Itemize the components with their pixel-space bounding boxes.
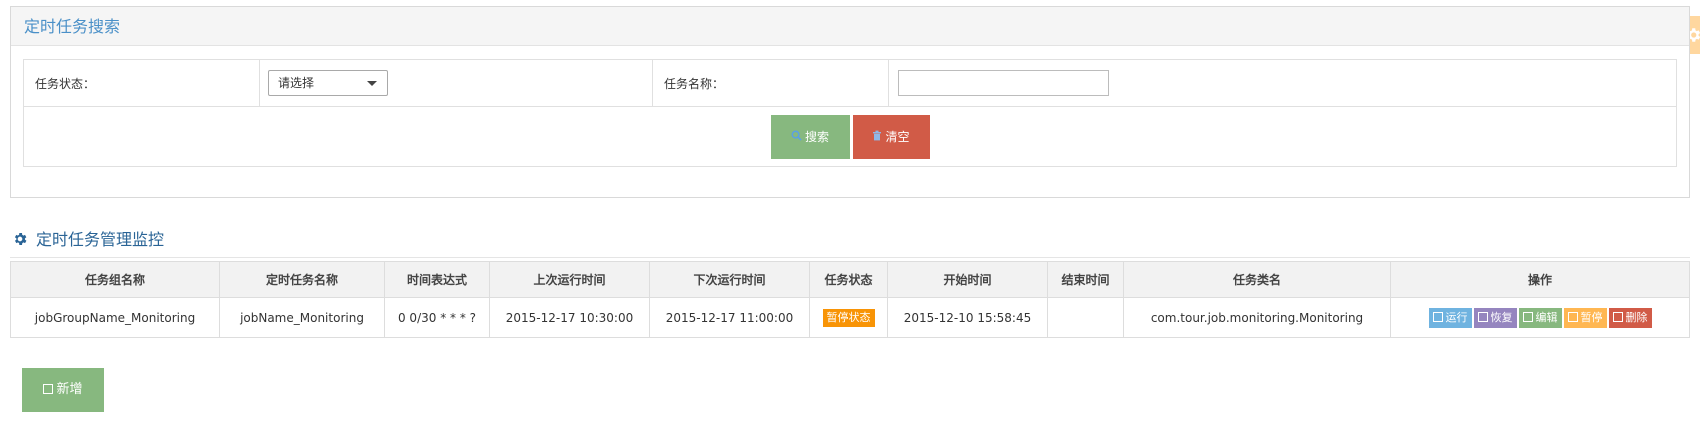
cell-next-run: 2015-12-17 11:00:00	[649, 297, 810, 338]
cell-status: 暂停状态	[809, 297, 888, 338]
run-button[interactable]: 运行	[1428, 307, 1472, 328]
search-panel: 定时任务搜索 任务状态： 请选择 任务名称： 搜索 清空	[10, 6, 1690, 198]
col-header-class: 任务类名	[1123, 261, 1391, 298]
cell-class: com.tour.job.monitoring.Monitoring	[1123, 297, 1391, 338]
resume-button[interactable]: 恢复	[1473, 307, 1517, 328]
status-select[interactable]: 请选择	[268, 70, 388, 96]
col-header-name: 定时任务名称	[219, 261, 385, 298]
trash-icon	[872, 115, 882, 159]
cell-cron: 0 0/30 * * * ?	[384, 297, 490, 338]
clear-button[interactable]: 清空	[852, 114, 930, 159]
edit-button[interactable]: 编辑	[1518, 307, 1562, 328]
edit-icon	[43, 384, 54, 394]
col-header-start: 开始时间	[887, 261, 1048, 298]
cell-start: 2015-12-10 15:58:45	[887, 297, 1048, 338]
search-panel-title: 定时任务搜索	[11, 7, 1689, 46]
col-header-cron: 时间表达式	[384, 261, 490, 298]
search-icon	[791, 115, 802, 159]
name-label: 任务名称：	[652, 59, 889, 107]
cell-name: jobName_Monitoring	[219, 297, 385, 338]
task-name-input[interactable]	[898, 70, 1109, 96]
cell-group: jobGroupName_Monitoring	[10, 297, 220, 338]
job-table: 任务组名称 定时任务名称 时间表达式 上次运行时间 下次运行时间 任务状态 开始…	[10, 261, 1690, 338]
col-header-next-run: 下次运行时间	[649, 261, 810, 298]
edit-icon	[1432, 311, 1443, 322]
delete-button[interactable]: 删除	[1608, 307, 1652, 328]
edit-icon	[1522, 311, 1533, 322]
monitor-title: 定时任务管理监控	[12, 226, 164, 251]
col-header-actions: 操作	[1390, 261, 1690, 298]
search-form: 任务状态： 请选择 任务名称： 搜索 清空	[23, 59, 1677, 167]
cell-end	[1047, 297, 1124, 338]
col-header-status: 任务状态	[809, 261, 888, 298]
status-label: 任务状态：	[23, 59, 260, 107]
status-badge: 暂停状态	[822, 308, 875, 327]
cell-actions: 运行 恢复 编辑 暂停 删除	[1390, 297, 1690, 338]
col-header-end: 结束时间	[1047, 261, 1124, 298]
edit-icon	[1477, 311, 1488, 322]
caret-down-icon	[367, 81, 377, 86]
col-header-group: 任务组名称	[10, 261, 220, 298]
gear-icon	[12, 231, 28, 251]
pause-button[interactable]: 暂停	[1563, 307, 1607, 328]
edit-icon	[1612, 311, 1623, 322]
edit-icon	[1567, 311, 1578, 322]
divider	[10, 257, 1690, 258]
status-select-value: 请选择	[278, 76, 315, 90]
table-row: jobGroupName_Monitoring jobName_Monitori…	[10, 297, 1690, 338]
add-button[interactable]: 新增	[22, 368, 104, 412]
cell-last-run: 2015-12-17 10:30:00	[489, 297, 650, 338]
search-button[interactable]: 搜索	[770, 114, 850, 159]
col-header-last-run: 上次运行时间	[489, 261, 650, 298]
table-header-row: 任务组名称 定时任务名称 时间表达式 上次运行时间 下次运行时间 任务状态 开始…	[10, 261, 1690, 298]
